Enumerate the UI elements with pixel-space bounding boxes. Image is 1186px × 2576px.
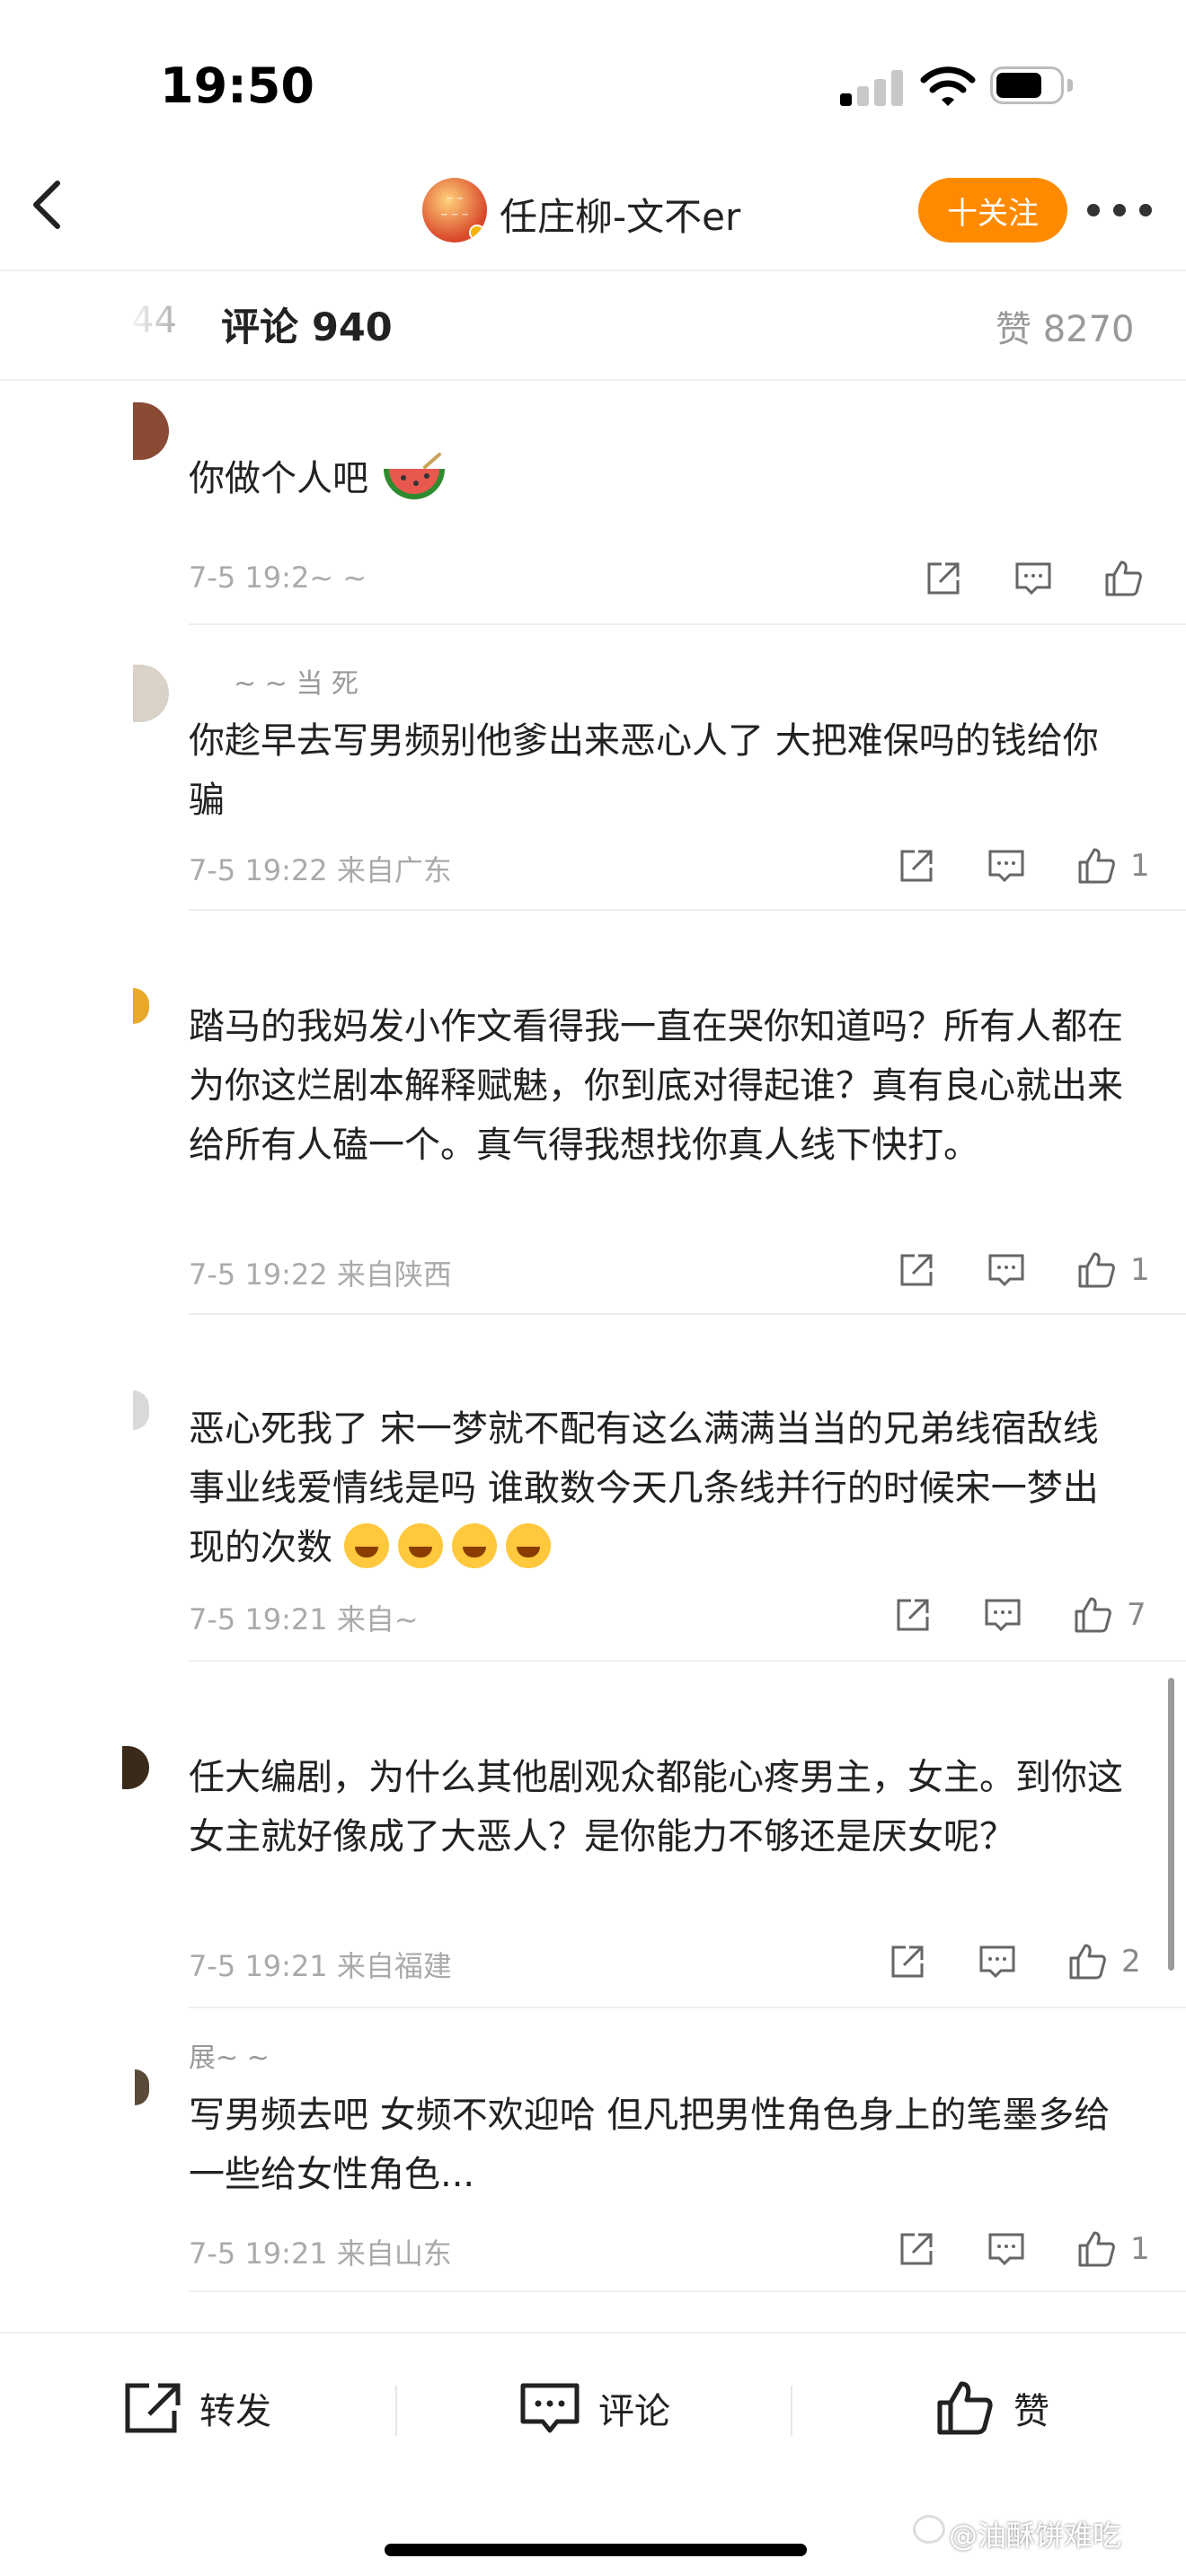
comment-actions: 2 [881,1942,1150,1985]
commenter-avatar[interactable] [133,988,149,1024]
home-indicator[interactable] [385,2544,807,2556]
watermark: @油酥饼难吃 [949,2519,1122,2553]
forward-icon [125,2383,181,2433]
laughing-tears-emoji-icon [505,1523,551,1568]
like-icon[interactable] [1067,1942,1107,1981]
comment-actions: 7 [886,1595,1155,1638]
comment-actions: 1 [890,1250,1159,1293]
comment-meta: 7-5 19:21 来自福建 [189,1949,452,1983]
cellular-signal-icon [840,70,905,106]
share-icon[interactable] [897,1250,936,1290]
divider [189,1660,1186,1662]
comment-text: 任大编剧，为什么其他剧观众都能心疼男主，女主。到你这女主就好像成了大恶人？是你能… [189,1757,1123,1857]
comment-meta: 7-5 19:22 来自陕西 [189,1257,452,1292]
share-icon[interactable] [888,1942,927,1981]
comment-meta: 7-5 19:21 来自山东 [189,2236,452,2271]
reply-icon[interactable] [987,2229,1026,2269]
tab-likes[interactable]: 赞 8270 [996,300,1135,352]
commenter-name[interactable]: ~ ~ 当 死 [234,661,358,701]
status-time: 19:50 [160,57,314,114]
comment-actions: 1 [890,2229,1159,2272]
commenter-avatar[interactable] [135,2069,149,2105]
reply-icon[interactable] [983,1595,1022,1635]
divider [189,2007,1186,2008]
reply-icon[interactable] [1013,559,1053,598]
reply-icon[interactable] [987,1250,1026,1290]
divider [0,2332,1186,2333]
comment-text: 你做个人吧 [189,449,1123,508]
divider [189,909,1186,911]
comment-meta: 7-5 19:21 来自~ [189,1602,419,1636]
laughing-tears-emoji-icon [451,1523,497,1568]
like-count: 7 [1127,1597,1146,1633]
divider [189,623,1186,625]
comment-text: 写男频去吧 女频不欢迎哈 但凡把男性角色身上的笔墨多给一些给女性角色... [189,2095,1111,2195]
forward-button[interactable]: 转发 [122,2377,271,2439]
reply-icon[interactable] [978,1942,1017,1981]
laughing-tears-emoji-icon [343,1523,389,1568]
commenter-avatar[interactable] [133,1390,149,1430]
share-icon[interactable] [897,846,936,886]
like-button[interactable]: 赞 [934,2377,1049,2439]
like-icon[interactable] [1076,2229,1116,2269]
weibo-logo-icon [913,2515,945,2544]
commenter-avatar[interactable] [133,402,169,460]
reply-icon[interactable] [987,846,1026,886]
comment-actions: 1 [890,846,1159,889]
like-label: 赞 [1013,2391,1049,2432]
comment-text: 恶心死我了 宋一梦就不配有这么满满当当的兄弟线宿敌线事业线爱情线是吗 谁敢数今天… [189,1408,1099,1568]
follow-button[interactable]: 十关注 [918,178,1067,243]
comment-icon [520,2383,580,2433]
comment-text: 踏马的我妈发小作文看得我一直在哭你知道吗？所有人都在为你这烂剧本解释赋魅，你到底… [189,1006,1123,1166]
commenter-avatar[interactable] [133,665,169,722]
share-icon[interactable] [897,2229,936,2269]
battery-icon [990,66,1076,106]
author-avatar[interactable]: ~ ~ ~ ~ ~ [422,178,487,243]
like-icon[interactable] [1076,846,1116,886]
share-icon[interactable] [893,1595,933,1635]
thumbs-up-icon [937,2381,993,2435]
tab-comments[interactable]: 评论 940 [221,296,393,352]
scrollbar[interactable] [1168,1678,1174,1971]
like-icon[interactable] [1076,1250,1116,1290]
commenter-avatar[interactable] [122,1746,149,1789]
divider [189,1313,1186,1315]
wifi-icon [920,66,976,106]
laughing-tears-emoji-icon [397,1523,443,1568]
author-name[interactable]: 任庄柳-文不er [500,187,740,242]
like-count: 1 [1130,2231,1150,2267]
like-count: 1 [1130,1252,1150,1288]
like-icon[interactable] [1073,1595,1112,1635]
share-icon[interactable] [924,559,963,598]
like-count: 1 [1130,848,1150,884]
more-options-icon[interactable] [1087,201,1152,219]
like-icon[interactable] [1103,559,1143,598]
comment-meta: 7-5 19:22 来自广东 [189,853,452,887]
divider [0,269,1186,271]
comment-text: 你趁早去写男频别他爹出来恶心人了 大把难保吗的钱给你骗 [189,720,1099,821]
comment-meta: 7-5 19:2~ ~ [189,560,367,595]
like-count: 2 [1121,1944,1141,1980]
commenter-name[interactable]: 展~ ~ [189,2035,270,2075]
divider [189,2290,1186,2292]
forward-label: 转发 [199,2391,271,2432]
comment-actions [916,559,1150,602]
comment-label: 评论 [598,2391,670,2432]
verified-badge-icon [469,225,485,241]
divider [0,379,1186,381]
comment-button[interactable]: 评论 [519,2377,670,2439]
back-arrow-icon[interactable] [27,180,66,230]
watermelon-emoji-icon [383,453,445,499]
